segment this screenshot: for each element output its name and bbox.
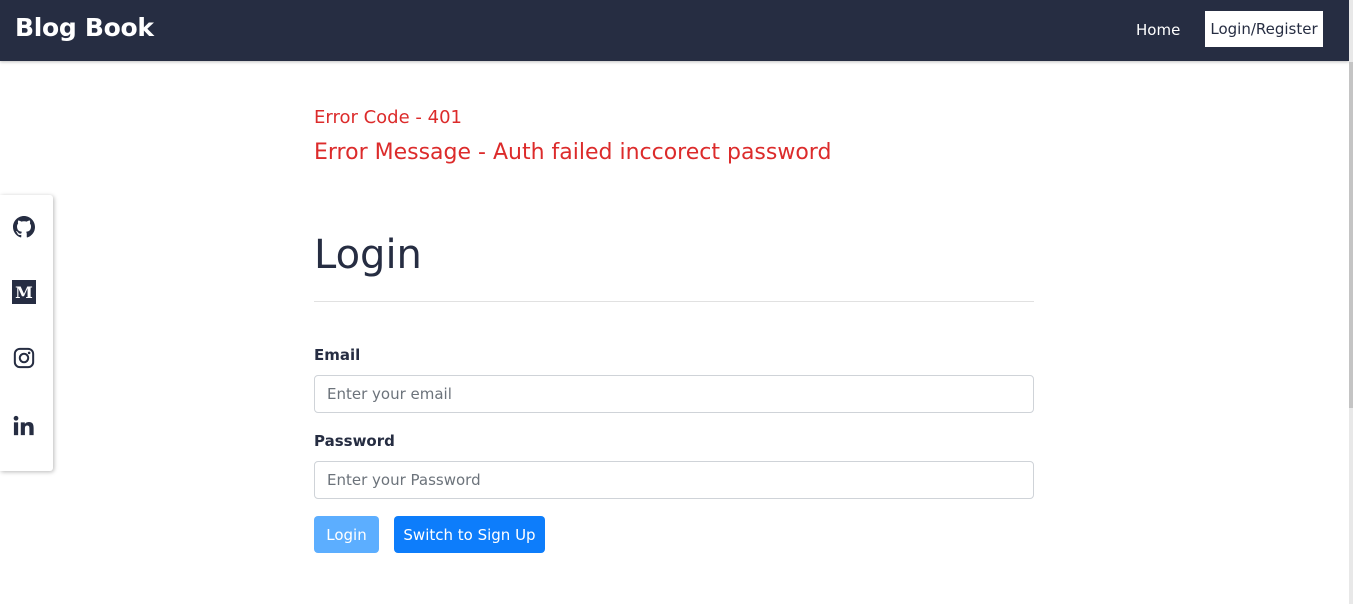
social-sidebar: M bbox=[0, 195, 53, 471]
scrollbar-thumb[interactable] bbox=[1349, 62, 1353, 408]
login-button[interactable]: Login bbox=[314, 516, 379, 553]
nav-login-register-link[interactable]: Login/Register bbox=[1205, 11, 1323, 47]
instagram-icon[interactable] bbox=[12, 346, 36, 370]
nav-home-link[interactable]: Home bbox=[1136, 21, 1180, 39]
password-label: Password bbox=[314, 432, 395, 450]
page-title: Login bbox=[314, 232, 422, 278]
top-navbar: Blog Book Home Login/Register bbox=[0, 0, 1349, 61]
email-label: Email bbox=[314, 346, 361, 364]
linkedin-icon[interactable] bbox=[12, 414, 36, 438]
email-field[interactable] bbox=[314, 375, 1034, 413]
password-field[interactable] bbox=[314, 461, 1034, 499]
switch-to-signup-button[interactable]: Switch to Sign Up bbox=[394, 516, 545, 553]
brand-logo[interactable]: Blog Book bbox=[15, 13, 154, 42]
medium-icon[interactable]: M bbox=[12, 280, 36, 304]
error-code-text: Error Code - 401 bbox=[314, 107, 462, 128]
error-message-text: Error Message - Auth failed inccorect pa… bbox=[314, 140, 832, 165]
github-icon[interactable] bbox=[12, 215, 36, 239]
page-scrollbar[interactable] bbox=[1349, 0, 1353, 604]
svg-text:M: M bbox=[15, 283, 33, 302]
title-divider bbox=[314, 301, 1034, 302]
